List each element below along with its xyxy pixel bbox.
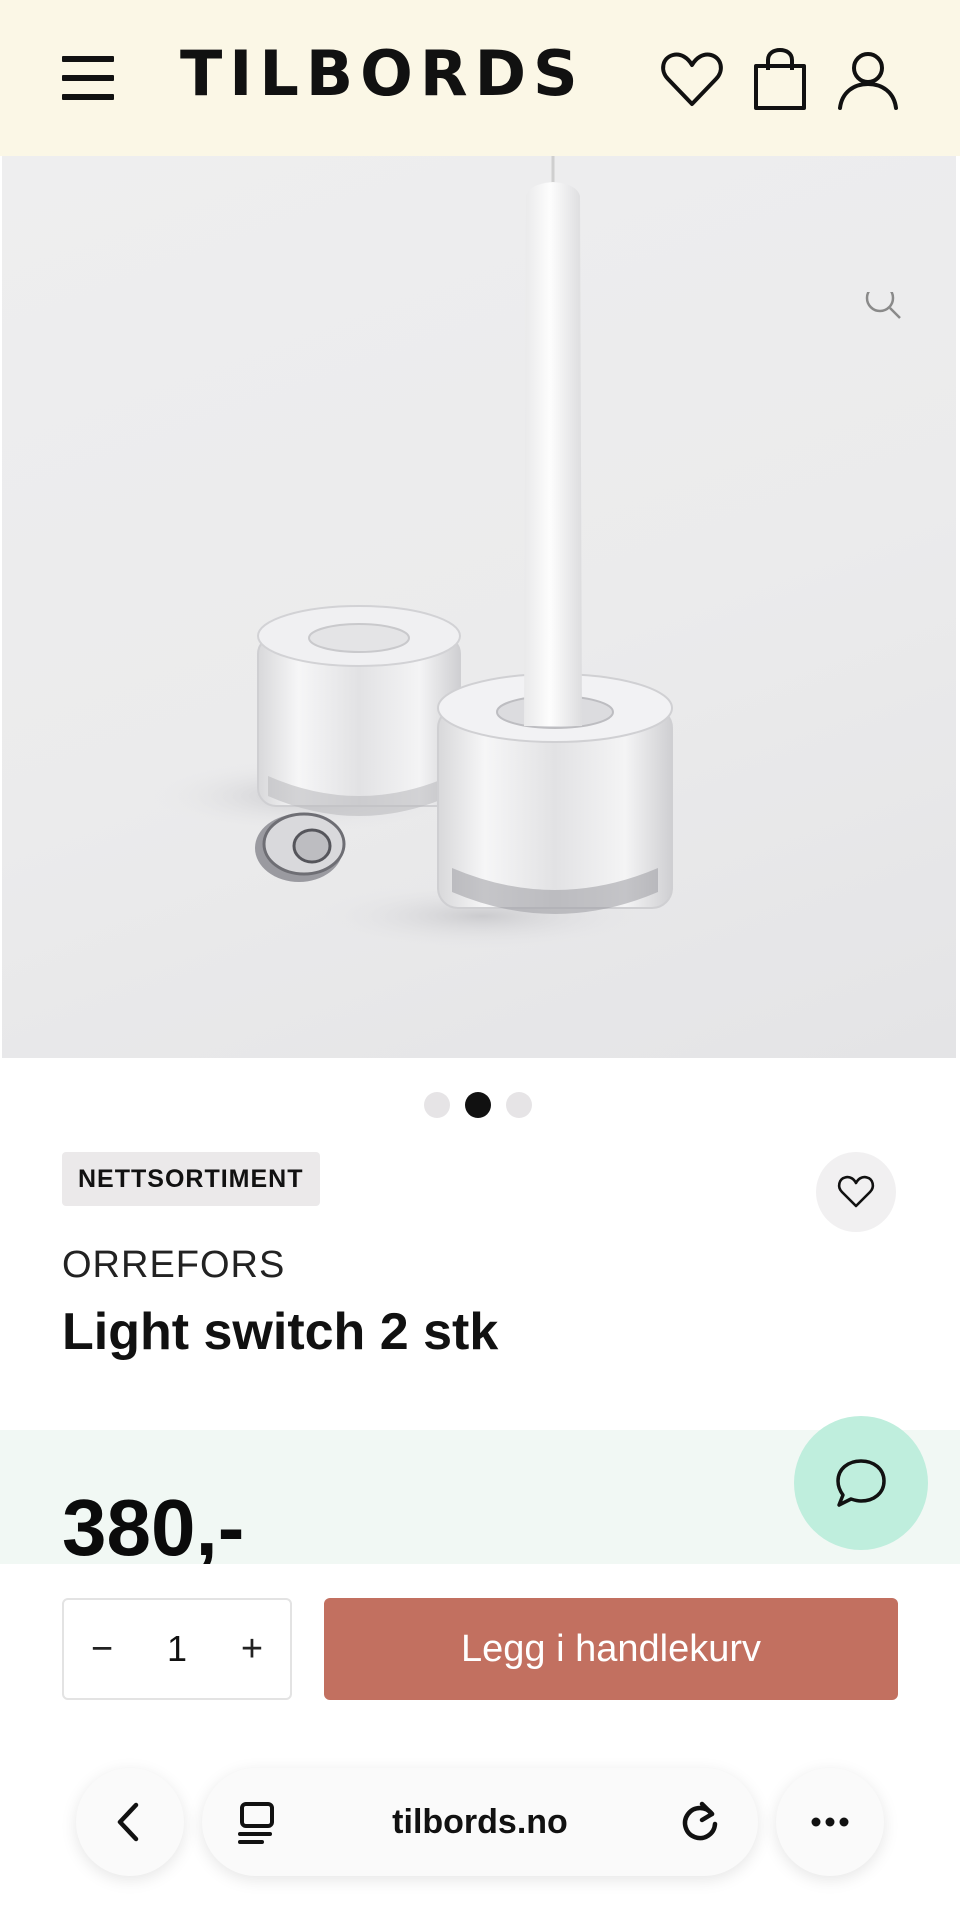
quantity-decrease-button[interactable]: −	[72, 1600, 132, 1698]
site-header: TILBORDS	[0, 0, 960, 156]
url-text: tilbords.no	[392, 1803, 568, 1841]
hamburger-menu-icon[interactable]	[62, 56, 114, 100]
carousel-dot-2[interactable]	[465, 1092, 491, 1118]
add-to-cart-button[interactable]: Legg i handlekurv	[324, 1598, 898, 1700]
reload-icon[interactable]	[676, 1798, 724, 1846]
favorite-button[interactable]	[816, 1152, 896, 1232]
more-button[interactable]	[776, 1768, 884, 1876]
product-brand[interactable]: ORREFORS	[62, 1240, 285, 1290]
chat-button[interactable]	[794, 1416, 928, 1550]
quantity-input[interactable]: 1	[132, 1600, 222, 1698]
back-arrow-icon	[117, 1802, 139, 1842]
shopping-bag-icon[interactable]	[746, 46, 814, 114]
heart-icon[interactable]	[658, 46, 726, 114]
tabs-icon[interactable]	[232, 1796, 284, 1848]
heart-icon	[837, 1175, 875, 1208]
product-title: Light switch 2 stk	[62, 1303, 499, 1361]
quantity-stepper: − 1 +	[62, 1598, 292, 1700]
browser-toolbar: tilbords.no	[0, 1724, 960, 1924]
carousel-dot-1[interactable]	[424, 1092, 450, 1118]
product-price: 380,-	[62, 1483, 245, 1564]
minus-icon: −	[90, 1628, 114, 1670]
zoom-icon[interactable]	[864, 292, 904, 332]
product-image[interactable]	[2, 156, 956, 1058]
more-icon	[811, 1817, 849, 1827]
chat-bubble-icon	[836, 1459, 886, 1507]
address-bar[interactable]: tilbords.no	[202, 1768, 758, 1876]
carousel-dot-3[interactable]	[506, 1092, 532, 1118]
status-badge: NETTSORTIMENT	[62, 1152, 320, 1206]
user-icon[interactable]	[834, 46, 902, 114]
quantity-increase-button[interactable]: +	[222, 1600, 282, 1698]
back-button[interactable]	[76, 1768, 184, 1876]
site-logo[interactable]: TILBORDS	[180, 36, 585, 112]
plus-icon: +	[240, 1628, 264, 1670]
